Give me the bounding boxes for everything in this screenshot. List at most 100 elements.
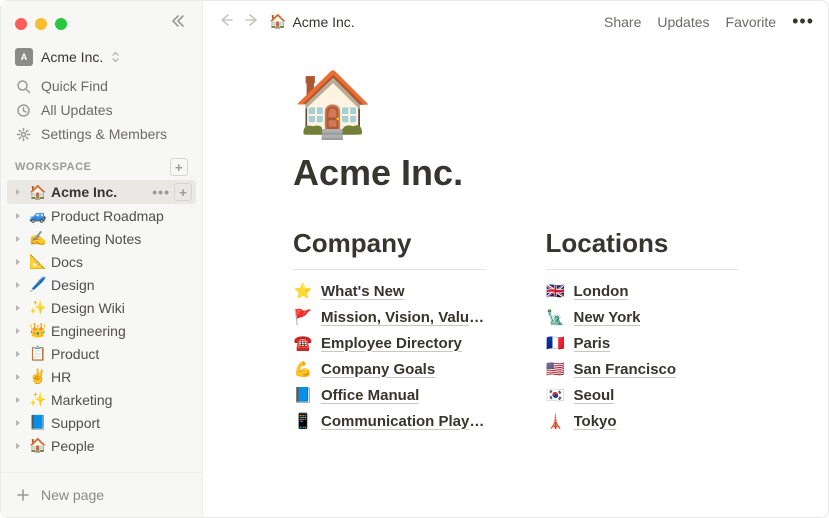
page-label: Engineering bbox=[51, 323, 192, 339]
page-link[interactable]: 🇺🇸San Francisco bbox=[546, 360, 739, 378]
add-page-button[interactable]: + bbox=[170, 158, 188, 176]
breadcrumb[interactable]: 🏠 Acme Inc. bbox=[269, 13, 355, 30]
link-emoji-icon: 📱 bbox=[293, 412, 313, 430]
sidebar-page-item[interactable]: 🏠Acme Inc.•••+ bbox=[7, 180, 196, 204]
chevron-double-left-icon bbox=[170, 13, 186, 29]
page-link[interactable]: 🇬🇧London bbox=[546, 282, 739, 300]
new-page-button[interactable]: New page bbox=[7, 481, 196, 509]
sidebar-page-item[interactable]: 📐Docs•••+ bbox=[7, 250, 196, 273]
page-link[interactable]: ⭐What's New bbox=[293, 282, 486, 300]
page-emoji-icon: ✍️ bbox=[29, 230, 47, 247]
sidebar-footer: New page bbox=[1, 472, 202, 517]
page-link[interactable]: 📱Communication Playb... bbox=[293, 412, 486, 430]
page-label: Product Roadmap bbox=[51, 208, 192, 224]
workspace-section-header: WORKSPACE + bbox=[1, 148, 202, 180]
close-window-button[interactable] bbox=[15, 18, 27, 30]
page-emoji-icon: 📋 bbox=[29, 345, 47, 362]
caret-right-icon[interactable] bbox=[11, 255, 25, 269]
page-link[interactable]: 🗼Tokyo bbox=[546, 412, 739, 430]
sidebar-page-item[interactable]: ✨Marketing•••+ bbox=[7, 388, 196, 411]
sidebar-page-item[interactable]: ✍️Meeting Notes•••+ bbox=[7, 227, 196, 250]
divider bbox=[293, 269, 486, 270]
page-link[interactable]: 🇫🇷Paris bbox=[546, 334, 739, 352]
page-link[interactable]: 🗽New York bbox=[546, 308, 739, 326]
link-emoji-icon: 🇰🇷 bbox=[546, 386, 566, 404]
sidebar-page-item[interactable]: ✌️HR•••+ bbox=[7, 365, 196, 388]
caret-right-icon[interactable] bbox=[11, 301, 25, 315]
page-emoji-icon: 🚙 bbox=[29, 207, 47, 224]
more-menu-button[interactable]: ••• bbox=[792, 11, 814, 32]
updates-button[interactable]: Updates bbox=[657, 14, 709, 30]
arrow-right-icon bbox=[245, 13, 259, 27]
quick-find-button[interactable]: Quick Find bbox=[7, 74, 196, 98]
all-updates-label: All Updates bbox=[41, 102, 113, 118]
columns: Company⭐What's New🚩Mission, Vision, Valu… bbox=[293, 228, 738, 430]
collapse-sidebar-button[interactable] bbox=[166, 11, 190, 36]
page-label: People bbox=[51, 438, 192, 454]
caret-right-icon[interactable] bbox=[11, 232, 25, 246]
minimize-window-button[interactable] bbox=[35, 18, 47, 30]
page-link[interactable]: 🇰🇷 Seoul bbox=[546, 386, 739, 404]
caret-right-icon[interactable] bbox=[11, 439, 25, 453]
caret-right-icon[interactable] bbox=[11, 416, 25, 430]
link-emoji-icon: 🚩 bbox=[293, 308, 313, 326]
page-emoji-icon: 👑 bbox=[29, 322, 47, 339]
link-emoji-icon: 🗽 bbox=[546, 308, 566, 326]
page-label: Support bbox=[51, 415, 192, 431]
add-subpage-button[interactable]: + bbox=[174, 183, 192, 201]
page-link[interactable]: 🚩Mission, Vision, Values bbox=[293, 308, 486, 326]
page-emoji-icon: ✨ bbox=[29, 299, 47, 316]
unfold-icon bbox=[111, 51, 120, 63]
link-emoji-icon: ⭐ bbox=[293, 282, 313, 300]
page-more-button[interactable]: ••• bbox=[152, 184, 170, 200]
link-label: San Francisco bbox=[574, 361, 677, 378]
caret-right-icon[interactable] bbox=[11, 393, 25, 407]
link-label: Seoul bbox=[574, 387, 615, 404]
caret-right-icon[interactable] bbox=[11, 209, 25, 223]
sidebar-page-item[interactable]: 🖊️Design•••+ bbox=[7, 273, 196, 296]
page-link[interactable]: 📘Office Manual bbox=[293, 386, 486, 404]
workspace-switcher[interactable]: A Acme Inc. bbox=[1, 42, 202, 72]
sidebar-page-item[interactable]: 📋Product•••+ bbox=[7, 342, 196, 365]
breadcrumb-label: Acme Inc. bbox=[292, 14, 354, 30]
sidebar-page-item[interactable]: ✨Design Wiki•••+ bbox=[7, 296, 196, 319]
topbar: 🏠 Acme Inc. Share Updates Favorite ••• bbox=[203, 1, 828, 42]
favorite-button[interactable]: Favorite bbox=[726, 14, 777, 30]
caret-right-icon[interactable] bbox=[11, 347, 25, 361]
caret-right-icon[interactable] bbox=[11, 324, 25, 338]
page-label: Docs bbox=[51, 254, 192, 270]
page-link[interactable]: ☎️Employee Directory bbox=[293, 334, 486, 352]
nav-back-button[interactable] bbox=[217, 13, 235, 30]
caret-right-icon[interactable] bbox=[11, 185, 25, 199]
sidebar-page-item[interactable]: 👑Engineering•••+ bbox=[7, 319, 196, 342]
link-emoji-icon: 🗼 bbox=[546, 412, 566, 430]
link-label: Paris bbox=[574, 335, 611, 352]
topbar-actions: Share Updates Favorite ••• bbox=[604, 11, 814, 32]
arrow-left-icon bbox=[219, 13, 233, 27]
page-emoji-icon: 📘 bbox=[29, 414, 47, 431]
quick-find-label: Quick Find bbox=[41, 78, 108, 94]
settings-label: Settings & Members bbox=[41, 126, 167, 142]
new-page-label: New page bbox=[41, 487, 104, 503]
link-label: Company Goals bbox=[321, 361, 435, 378]
page-emoji[interactable]: 🏠 bbox=[293, 72, 738, 136]
sidebar-page-item[interactable]: 📘Support•••+ bbox=[7, 411, 196, 434]
page-label: Marketing bbox=[51, 392, 192, 408]
workspace-section-label: WORKSPACE bbox=[15, 161, 91, 173]
link-label: London bbox=[574, 283, 629, 300]
sidebar-page-item[interactable]: 🚙Product Roadmap•••+ bbox=[7, 204, 196, 227]
share-button[interactable]: Share bbox=[604, 14, 641, 30]
page-title[interactable]: Acme Inc. bbox=[293, 152, 738, 194]
divider bbox=[546, 269, 739, 270]
main: 🏠 Acme Inc. Share Updates Favorite ••• 🏠… bbox=[203, 1, 828, 517]
all-updates-button[interactable]: All Updates bbox=[7, 98, 196, 122]
clock-icon bbox=[15, 102, 31, 118]
caret-right-icon[interactable] bbox=[11, 278, 25, 292]
page-label: Meeting Notes bbox=[51, 231, 192, 247]
page-link[interactable]: 💪Company Goals bbox=[293, 360, 486, 378]
sidebar-page-item[interactable]: 🏠People•••+ bbox=[7, 434, 196, 457]
caret-right-icon[interactable] bbox=[11, 370, 25, 384]
nav-forward-button[interactable] bbox=[243, 13, 261, 30]
maximize-window-button[interactable] bbox=[55, 18, 67, 30]
settings-button[interactable]: Settings & Members bbox=[7, 122, 196, 146]
